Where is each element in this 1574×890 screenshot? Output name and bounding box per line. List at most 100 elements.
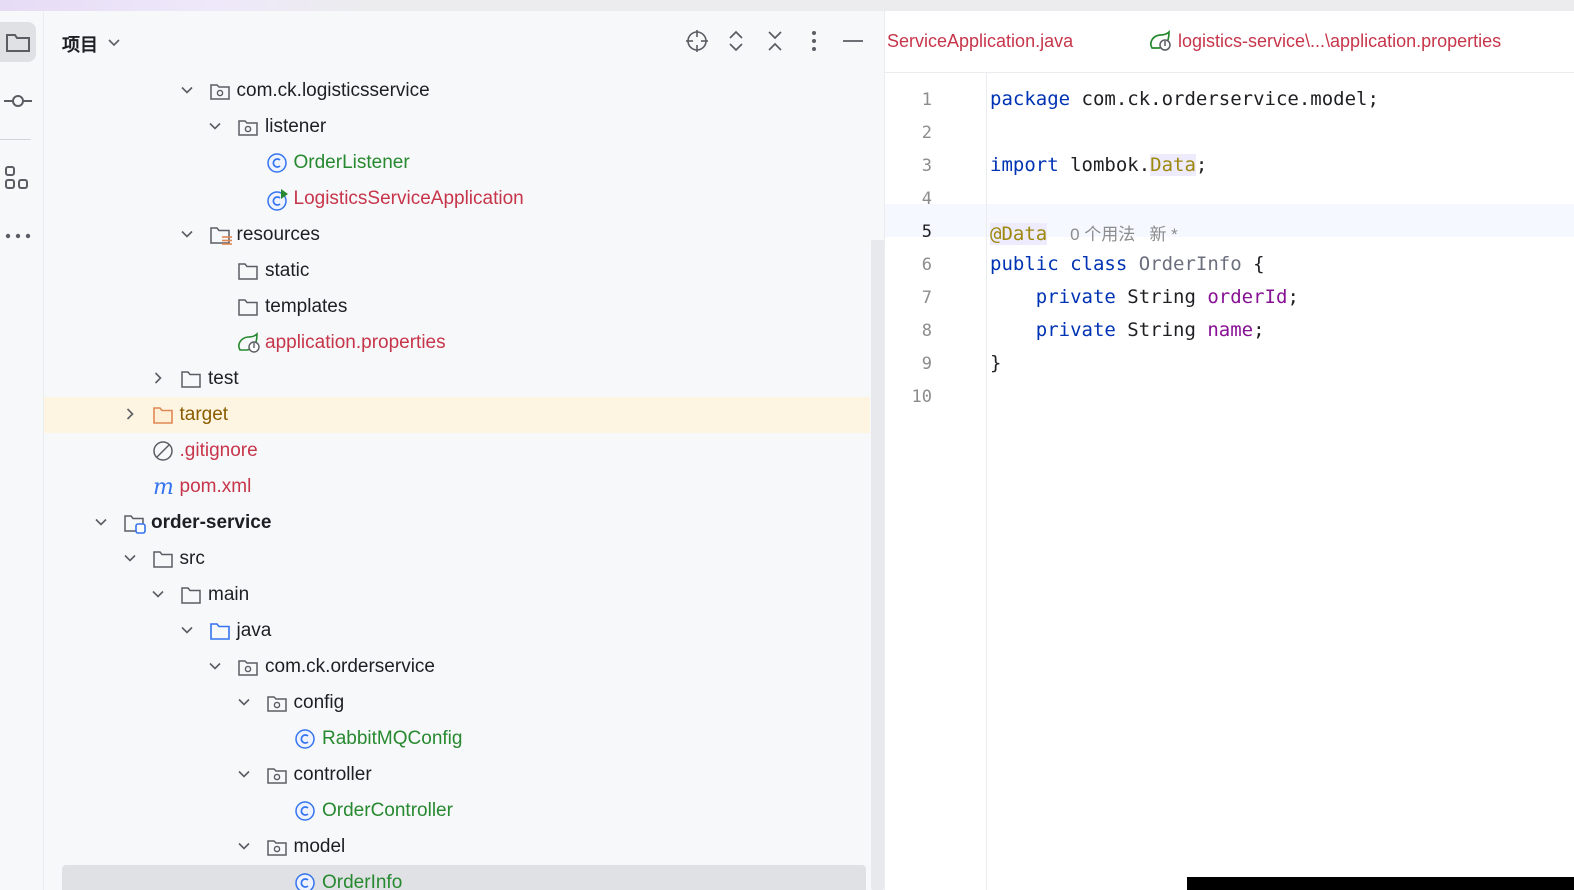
chevron-down-icon[interactable] [93,514,109,530]
commit-icon [4,95,32,107]
chevron-down-icon[interactable] [107,35,121,49]
tree-row[interactable]: RabbitMQConfig [44,721,870,757]
tab-application-properties[interactable]: logistics-service\...\application.proper… [1178,31,1501,52]
title-glow [0,0,360,11]
tree-row[interactable]: LogisticsServiceApplication [44,181,870,217]
tree-row[interactable]: target [44,397,870,433]
chevron-down-icon[interactable] [179,622,195,638]
chevron-down-icon[interactable] [179,82,195,98]
code-line-6[interactable]: public class OrderInfo { [990,253,1265,275]
options-button[interactable] [802,29,826,53]
code-line-7[interactable]: private String orderId; [990,286,1299,308]
package-icon [237,116,259,138]
more-horizontal-icon [5,233,31,239]
tree-item-label: main [208,584,250,605]
project-view-selector[interactable]: 项目 [62,31,98,57]
tree-row[interactable]: templates [44,289,870,325]
project-tool-button[interactable] [0,22,36,62]
chevron-down-icon[interactable] [207,118,223,134]
tree-scrollbar[interactable] [871,240,884,890]
line-number: 1 [921,90,932,110]
tree-row[interactable]: controller [44,757,870,793]
tree-item-label: config [293,692,345,713]
tree-row[interactable]: listener [44,109,870,145]
tree-row[interactable]: com.ck.orderservice [44,649,870,685]
tree-row[interactable]: resources [44,217,870,253]
code-line-8[interactable]: private String name; [990,319,1265,341]
chevron-down-icon[interactable] [122,550,138,566]
usages-inlay-hint[interactable]: 0 个用法 新 * [1070,225,1178,244]
structure-tool-button[interactable] [0,158,36,198]
chevron-down-icon[interactable] [236,766,252,782]
chevron-down-icon[interactable] [207,658,223,674]
line-number: 7 [921,288,932,308]
chevron-down-icon[interactable] [179,226,195,242]
line-number: 10 [911,387,932,407]
code-line-9[interactable]: } [990,352,1001,374]
tree-item-label: RabbitMQConfig [322,728,463,749]
tab-service-application[interactable]: ServiceApplication.java [887,31,1073,52]
code-line-1[interactable]: package com.ck.orderservice.model; [990,88,1379,110]
tree-row[interactable]: m pom.xml [44,469,870,505]
tree-row[interactable]: test [44,361,870,397]
tree-row[interactable]: config [44,685,870,721]
class-name: OrderInfo [1127,253,1242,275]
tree-item-label: target [179,404,229,425]
structure-icon [5,166,28,189]
code-line-5[interactable]: @Data 0 个用法 新 * [990,220,1178,245]
package-icon [209,80,231,102]
brace: { [1241,253,1265,275]
tree-row[interactable]: order-service [44,505,870,541]
code-line-3[interactable]: import lombok.Data; [990,154,1207,176]
more-tools-button[interactable] [0,216,36,256]
line-number: 9 [921,354,932,374]
line-number: 2 [921,123,932,143]
tree-row[interactable]: application.properties [44,325,870,361]
keyword: import [990,154,1059,176]
line-number: 6 [921,255,932,275]
tree-row[interactable]: static [44,253,870,289]
tree-row[interactable]: OrderInfo [62,865,866,890]
collapse-all-button[interactable] [763,29,787,53]
tool-separator [0,139,31,140]
tree-row[interactable]: java [44,613,870,649]
line-number: 8 [921,321,932,341]
collapse-all-icon [768,31,782,51]
hide-panel-button[interactable] [841,29,865,53]
tree-item-label: static [265,260,310,281]
semicolon: ; [1287,286,1299,308]
chevron-down-icon[interactable] [236,694,252,710]
tree-row[interactable]: OrderController [44,793,870,829]
tree-row[interactable]: .gitignore [44,433,870,469]
chevron-down-icon[interactable] [150,586,166,602]
tree-item-label: model [293,836,346,857]
type: String [1115,286,1208,308]
chevron-down-icon[interactable] [236,838,252,854]
line-number-gutter[interactable]: 1 2 3 4 5 6 7 8 9 10 [885,73,987,890]
resources-folder-icon [209,224,232,246]
tree-row[interactable]: OrderListener [44,145,870,181]
tree-item-label: listener [265,116,327,137]
keyword: private [1035,286,1116,308]
chevron-right-icon[interactable] [122,406,138,422]
tree-item-label: LogisticsServiceApplication [293,188,524,209]
keyword: package [990,88,1071,110]
class-icon [294,728,316,750]
tree-item-label: .gitignore [179,440,258,461]
chevron-right-icon[interactable] [150,370,166,386]
expand-all-button[interactable] [724,29,748,53]
tree-row[interactable]: com.ck.logisticsservice [44,73,870,109]
commit-tool-button[interactable] [0,81,36,121]
tree-item-label: application.properties [265,332,446,353]
tree-row[interactable]: main [44,577,870,613]
tree-row[interactable]: src [44,541,870,577]
select-opened-file-button[interactable] [685,29,709,53]
tree-row[interactable]: model [44,829,870,865]
package-icon [266,692,288,714]
brace: } [990,352,1002,374]
spring-boot-class-icon [266,188,288,211]
minimize-icon [843,40,863,42]
project-tree[interactable]: com.ck.logisticsservice listener OrderList… [44,72,870,890]
